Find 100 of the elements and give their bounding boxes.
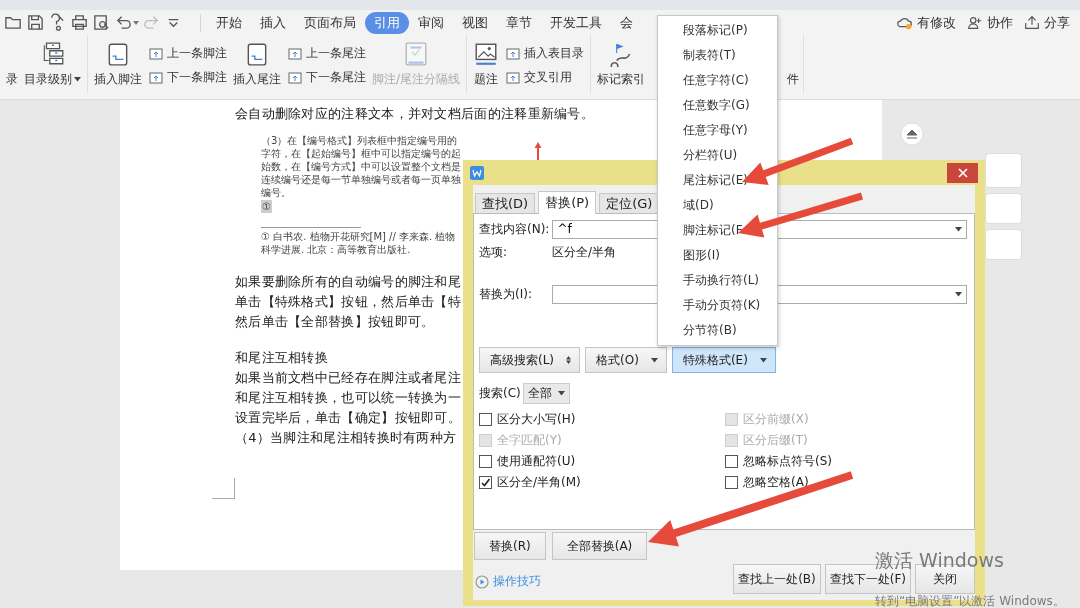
ribbon-tab[interactable]: 开发工具 bbox=[541, 11, 611, 34]
ribbon-button[interactable]: 目录级别 bbox=[22, 39, 83, 93]
footnote-nav-icon bbox=[505, 45, 522, 62]
dialog-tab[interactable]: 替换(P) bbox=[538, 191, 597, 214]
ribbon-label[interactable]: 件 bbox=[787, 71, 800, 88]
checkbox[interactable] bbox=[479, 475, 492, 489]
checkbox-label: 区分大小写(H) bbox=[497, 410, 576, 428]
menu-item[interactable]: 任意数字(G) bbox=[658, 93, 777, 118]
ribbon-tab[interactable]: 会 bbox=[611, 11, 642, 34]
checkbox-label: 区分前缀(X) bbox=[743, 410, 809, 428]
checkbox-label: 区分后缀(T) bbox=[743, 431, 808, 449]
paragraph-line: 设置完毕后，单击【确定】按钮即可。 bbox=[235, 409, 462, 427]
checkbox-label: 全字匹配(Y) bbox=[497, 431, 562, 449]
menu-item[interactable]: 任意字符(C) bbox=[658, 68, 777, 93]
dialog-button[interactable]: 查找上一处(B) bbox=[733, 564, 821, 594]
footnote-nav-icon bbox=[287, 69, 303, 86]
share-icon bbox=[1023, 13, 1041, 32]
ribbon-button[interactable]: 录 bbox=[4, 39, 20, 93]
paragraph-line: （4）当脚注和尾注相转换时有两种方 bbox=[235, 429, 457, 447]
field-label: 替换为(I): bbox=[479, 286, 533, 302]
ribbon-button[interactable]: 标记索引 bbox=[595, 39, 648, 93]
print-preview-icon[interactable] bbox=[92, 13, 111, 32]
close-button[interactable] bbox=[947, 162, 978, 183]
app-logo-icon bbox=[470, 165, 484, 180]
ribbon-tab[interactable]: 页面布局 bbox=[295, 11, 365, 34]
ribbon-button[interactable]: 交叉引用 bbox=[503, 69, 587, 86]
ribbon-tab[interactable]: 视图 bbox=[453, 11, 497, 34]
menu-item[interactable]: 域(D) bbox=[658, 193, 777, 218]
dropdown-button[interactable]: 特殊格式(E) bbox=[671, 347, 776, 373]
ribbon-button[interactable]: 上一条脚注 bbox=[146, 45, 229, 62]
checkbox-label: 忽略空格(A) bbox=[743, 473, 809, 491]
paragraph-line: 会自动删除对应的注释文本，并对文档后面的注释重新编号。 bbox=[235, 105, 595, 123]
field-label: 查找内容(N): bbox=[479, 221, 551, 237]
options-value: 区分全/半角 bbox=[552, 243, 617, 261]
replace-button[interactable]: 替换(R) bbox=[474, 532, 546, 560]
menu-item[interactable]: 手动换行符(L) bbox=[658, 268, 777, 293]
footnote-nav-icon bbox=[148, 69, 164, 86]
separator-icon bbox=[403, 41, 429, 67]
menu-item[interactable]: 图形(I) bbox=[658, 243, 777, 268]
caret-icon bbox=[955, 226, 962, 232]
dialog-tab[interactable]: 定位(G) bbox=[599, 193, 660, 213]
footnote-text: ① 白书农. 植物开花研究[M] // 李来森. 植物科学进展. 北京：高等教育出版社. bbox=[261, 230, 457, 256]
paragraph-line: 然后单击【全部替换】按钮即可。 bbox=[235, 313, 435, 331]
annotation-arrow bbox=[534, 142, 542, 160]
field-label: 搜索(C) bbox=[479, 385, 521, 402]
figure-text: （3）在【编号格式】列表框中指定编号用的字符，在【起始编号】框中可以指定编号的起始数，在【编号方式】中可以设置整个文档是连续编号还是每一节单独编号或者每一页单独编号。 bbox=[261, 135, 461, 198]
checkbox[interactable] bbox=[725, 454, 738, 468]
paragraph-line: 和尾注互相转换 bbox=[235, 349, 329, 367]
dialog-tab[interactable]: 查找(D) bbox=[475, 193, 536, 213]
ribbon-button[interactable]: 题注 bbox=[471, 39, 502, 93]
menu-item[interactable]: 任意字母(Y) bbox=[658, 118, 777, 143]
caret-icon bbox=[650, 357, 658, 363]
checkbox[interactable] bbox=[479, 412, 492, 426]
collab-button[interactable]: 协作 bbox=[964, 13, 1015, 32]
menu-item[interactable]: 分栏符(U) bbox=[658, 143, 777, 168]
caret-icon bbox=[759, 357, 767, 363]
checkbox[interactable] bbox=[725, 475, 738, 489]
dropdown-button[interactable]: 格式(O) bbox=[585, 347, 667, 373]
close-icon bbox=[957, 167, 968, 178]
ribbon-button[interactable]: 下一条尾注 bbox=[285, 69, 368, 86]
expand-toggle-icon bbox=[566, 356, 572, 364]
ribbon-button[interactable]: 下一条脚注 bbox=[146, 69, 229, 86]
menu-item[interactable]: 脚注标记(F bbox=[658, 218, 777, 243]
checkbox[interactable] bbox=[479, 454, 492, 468]
collapse-icon[interactable] bbox=[900, 122, 924, 146]
ribbon-tab[interactable]: 章节 bbox=[497, 11, 541, 34]
ribbon-tab[interactable]: 审阅 bbox=[409, 11, 453, 34]
save-icon[interactable] bbox=[26, 13, 45, 32]
checkbox-label: 忽略标点符号(S) bbox=[743, 452, 832, 470]
replace-button[interactable]: 全部替换(A) bbox=[551, 532, 648, 560]
print-icon[interactable] bbox=[70, 13, 89, 32]
menu-item[interactable]: 手动分页符(K) bbox=[658, 293, 777, 318]
field-label: 选项: bbox=[479, 244, 509, 260]
footnote-nav-icon bbox=[287, 45, 303, 62]
footnote-nav-icon bbox=[505, 69, 522, 86]
menu-item[interactable]: 制表符(T) bbox=[658, 43, 777, 68]
play-icon bbox=[475, 574, 489, 589]
status-button[interactable]: 有修改 bbox=[894, 13, 958, 32]
ribbon-button[interactable]: 插入脚注 bbox=[92, 39, 144, 93]
ribbon-button[interactable]: 插入表目录 bbox=[503, 45, 587, 62]
caret-icon bbox=[557, 391, 565, 396]
menu-item[interactable]: 段落标记(P) bbox=[658, 18, 777, 43]
menu-item[interactable]: 分节符(B) bbox=[658, 318, 777, 343]
ribbon-button[interactable]: 插入尾注 bbox=[231, 39, 283, 93]
advanced-search-button[interactable]: 高级搜索(L) bbox=[479, 347, 581, 373]
paragraph-line: 如果当前文档中已经存在脚注或者尾注 bbox=[235, 369, 462, 387]
search-scope-dropdown[interactable]: 全部 bbox=[522, 383, 570, 404]
ribbon-button[interactable]: 上一条尾注 bbox=[285, 45, 368, 62]
footnote-nav-icon bbox=[148, 45, 164, 62]
caret-icon bbox=[955, 291, 962, 297]
share-button[interactable]: 分享 bbox=[1021, 13, 1072, 32]
paragraph-line: 如果要删除所有的自动编号的脚注和尾 bbox=[235, 273, 462, 291]
paragraph-line: 单击【特殊格式】按钮，然后单击【特 bbox=[235, 293, 462, 311]
ribbon-tab[interactable]: 开始 bbox=[207, 11, 251, 34]
footnote-reference: ① bbox=[261, 200, 272, 213]
ribbon-tab[interactable]: 插入 bbox=[251, 11, 295, 34]
caret-icon[interactable] bbox=[133, 20, 139, 25]
margin-corner-mark bbox=[212, 478, 235, 499]
paragraph-line: 和尾注互相转换，也可以统一转换为一 bbox=[235, 389, 462, 407]
checkbox-label: 使用通配符(U) bbox=[497, 452, 576, 470]
